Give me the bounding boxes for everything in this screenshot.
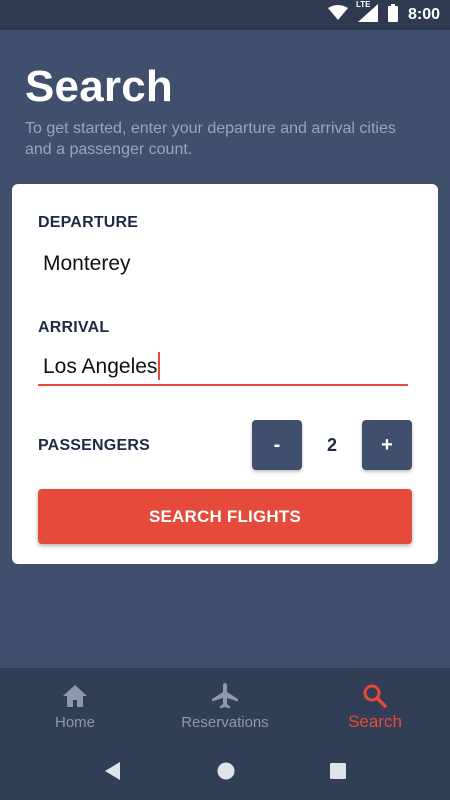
- arrival-label: ARRIVAL: [38, 319, 110, 336]
- decrement-passengers-button[interactable]: -: [252, 420, 302, 470]
- page-subtitle: To get started, enter your departure and…: [25, 120, 396, 158]
- page-title: Search: [25, 62, 173, 111]
- status-bar: LTE 8:00: [0, 0, 450, 30]
- airplane-icon: [211, 682, 239, 710]
- search-icon: [362, 682, 388, 710]
- nav-item-search[interactable]: Search: [300, 668, 450, 744]
- departure-label: DEPARTURE: [38, 214, 139, 231]
- nav-item-home[interactable]: Home: [0, 668, 150, 744]
- arrival-input[interactable]: Los Angeles: [38, 350, 408, 386]
- arrival-input-value: Los Angeles: [43, 355, 158, 378]
- status-time: 8:00: [407, 6, 440, 23]
- battery-icon: [387, 3, 398, 27]
- wifi-icon: [327, 4, 348, 26]
- home-icon: [62, 682, 88, 710]
- back-icon[interactable]: [104, 761, 122, 781]
- cell-signal-icon: LTE: [356, 0, 378, 27]
- nav-label-reservations: Reservations: [181, 714, 269, 731]
- home-circle-icon[interactable]: [216, 761, 236, 781]
- text-caret: [158, 352, 160, 380]
- search-form-card: DEPARTURE Monterey ARRIVAL Los Angeles P…: [12, 184, 438, 564]
- nav-item-reservations[interactable]: Reservations: [150, 668, 300, 744]
- departure-input[interactable]: Monterey: [43, 252, 131, 276]
- passenger-count: 2: [326, 435, 337, 455]
- nav-label-search: Search: [348, 712, 402, 731]
- nav-label-home: Home: [54, 714, 95, 731]
- bottom-nav: Home Reservations Search: [0, 668, 450, 744]
- search-flights-button[interactable]: SEARCH FLIGHTS: [38, 489, 412, 544]
- passengers-label: PASSENGERS: [38, 437, 150, 454]
- system-nav-bar: [0, 744, 450, 800]
- status-icons: LTE 8:00: [327, 0, 440, 27]
- increment-passengers-button[interactable]: +: [362, 420, 412, 470]
- network-label: LTE: [355, 0, 371, 9]
- recents-icon[interactable]: [329, 761, 347, 781]
